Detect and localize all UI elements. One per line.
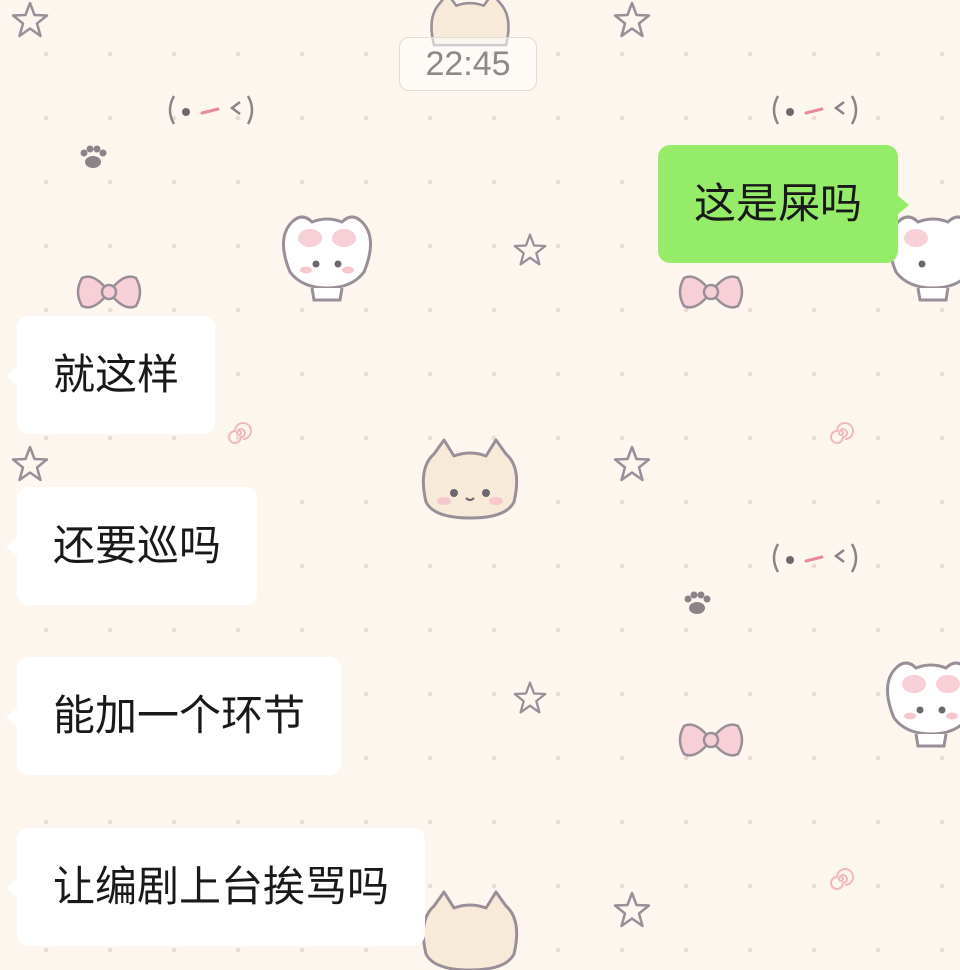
star-icon xyxy=(513,233,547,266)
paw-icon xyxy=(684,591,711,614)
star-icon xyxy=(613,891,651,928)
kaomoji-face-icon xyxy=(772,543,858,573)
bow-icon xyxy=(678,723,744,757)
star-icon xyxy=(513,681,547,714)
kaomoji-face-icon xyxy=(168,95,254,125)
message-timestamp: 22:45 xyxy=(399,37,537,91)
outgoing-message-bubble[interactable]: 这是屎吗 xyxy=(658,145,910,263)
bunny-icon xyxy=(282,215,372,302)
kaomoji-face-icon xyxy=(772,95,858,125)
spiral-icon xyxy=(830,868,854,890)
spiral-icon xyxy=(830,422,854,444)
spiral-icon xyxy=(228,422,252,444)
star-icon xyxy=(613,445,651,482)
incoming-message-bubble[interactable]: 还要巡吗 xyxy=(5,487,258,605)
incoming-message-bubble[interactable]: 让编剧上台挨骂吗 xyxy=(5,828,426,946)
star-icon xyxy=(613,1,651,38)
incoming-message-bubble[interactable]: 就这样 xyxy=(5,316,216,434)
star-icon xyxy=(11,445,49,482)
kitten-face-icon xyxy=(421,438,519,520)
paw-icon xyxy=(80,145,107,168)
bow-icon xyxy=(76,275,142,309)
incoming-message-bubble[interactable]: 能加一个环节 xyxy=(5,657,342,775)
bow-icon xyxy=(678,275,744,309)
star-icon xyxy=(11,1,49,38)
kitten-face-icon xyxy=(421,890,519,970)
bunny-icon xyxy=(886,661,960,748)
